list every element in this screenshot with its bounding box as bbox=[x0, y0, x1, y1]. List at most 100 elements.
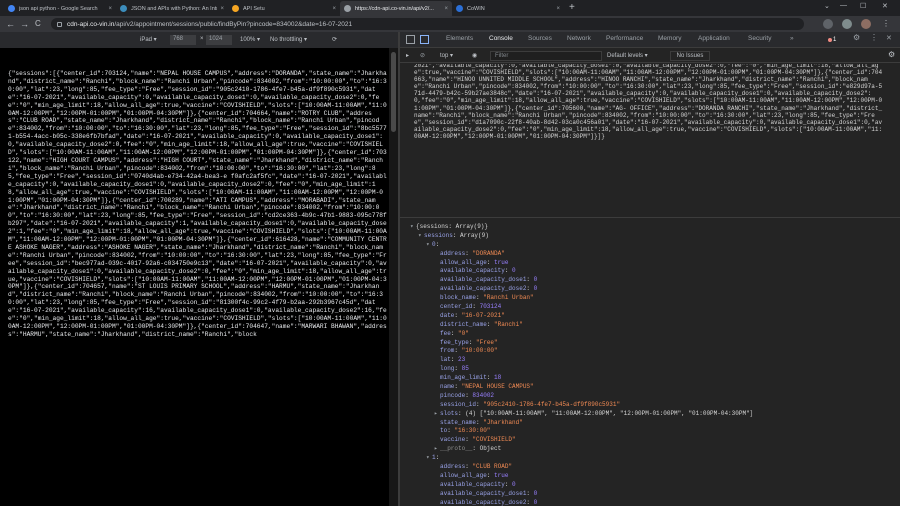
width-input[interactable]: 768 bbox=[170, 35, 196, 45]
tree-value: "Free" bbox=[476, 338, 498, 346]
console-filter-bar: ▸ ⊘ top ▾ ◉ Filter Default levels ▾ No I… bbox=[400, 49, 900, 63]
tree-key: available_capacity_dose2 bbox=[440, 498, 527, 506]
close-icon[interactable]: × bbox=[332, 6, 336, 12]
tree-row: allow_all_age: true bbox=[440, 471, 509, 479]
tree-value: "Ranchi Urban" bbox=[483, 294, 534, 302]
tree-row[interactable]: ▸ __proto__: Object bbox=[410, 445, 890, 454]
tree-key: vaccine bbox=[440, 436, 466, 444]
tree-key: available_capacity bbox=[440, 267, 505, 275]
browser-tab-json-apis[interactable]: JSON and APIs with Python: An Intro... × bbox=[116, 1, 228, 16]
close-icon[interactable]: × bbox=[108, 6, 112, 12]
maximize-button[interactable]: ☐ bbox=[860, 2, 866, 10]
device-select[interactable]: iPad ▾ bbox=[140, 36, 157, 43]
url-path: /api/v2/appointment/sessions/public/find… bbox=[114, 20, 353, 28]
browser-tab-cowin[interactable]: CoWIN × bbox=[452, 1, 564, 16]
filter-input[interactable]: Filter bbox=[490, 51, 602, 61]
tree-value: true bbox=[494, 258, 509, 266]
avatar[interactable] bbox=[861, 19, 871, 29]
tree-value: "905c2410-1786-4fe7-b45a-df9f890c5931" bbox=[483, 400, 621, 408]
device-toggle-icon[interactable] bbox=[420, 35, 429, 44]
tree-row: block_name: "Ranchi Urban" bbox=[440, 294, 534, 302]
tree-row: date: "16-07-2021" bbox=[440, 311, 505, 319]
tab-performance[interactable]: Performance bbox=[606, 35, 643, 42]
tab-security[interactable]: Security bbox=[748, 35, 771, 42]
object-tree: ▾ {sessions: Array(9)} ▾ sessions: Array(9)… bbox=[410, 223, 890, 506]
context-select[interactable]: top ▾ bbox=[440, 52, 453, 59]
back-button[interactable]: ← bbox=[6, 18, 15, 30]
issues-button[interactable]: No Issues bbox=[670, 51, 710, 61]
devtools-tab-bar: Elements Console Sources Network Perform… bbox=[400, 32, 900, 48]
tree-row: address: "DORANDA" bbox=[440, 249, 505, 257]
tree-key: from bbox=[440, 347, 455, 355]
tree-key: available_capacity_dose1 bbox=[440, 276, 527, 284]
console-settings-icon[interactable]: ⚙ bbox=[888, 50, 895, 59]
close-icon[interactable]: × bbox=[556, 6, 560, 12]
tab-search-icon[interactable]: ⌄ bbox=[824, 2, 830, 10]
page-scroll-thumb[interactable] bbox=[391, 52, 396, 132]
address-bar[interactable]: cdn-api.co-vin.in/api/v2/appointment/ses… bbox=[51, 18, 804, 30]
eye-icon[interactable]: ◉ bbox=[472, 52, 477, 59]
forward-button[interactable]: → bbox=[20, 18, 29, 30]
tree-value: 23 bbox=[458, 356, 466, 364]
clear-console-icon[interactable]: ⊘ bbox=[420, 52, 425, 59]
tree-key: long bbox=[440, 365, 455, 373]
tab-console[interactable]: Console bbox=[489, 35, 513, 42]
tree-key: fee bbox=[440, 329, 451, 337]
reload-button[interactable]: C bbox=[35, 18, 41, 30]
close-icon[interactable]: × bbox=[444, 6, 448, 12]
tree-row: pincode: 834002 bbox=[440, 391, 495, 399]
tab-title: API Setu bbox=[243, 5, 265, 12]
log-levels-select[interactable]: Default levels ▾ bbox=[607, 52, 648, 59]
extensions-icon[interactable] bbox=[842, 19, 852, 29]
sidebar-toggle-icon[interactable]: ▸ bbox=[406, 52, 409, 59]
tree-value: true bbox=[494, 471, 509, 479]
browser-tab-cdn-api[interactable]: https://cdn-api.co-vin.in/api/v2/... × bbox=[340, 1, 452, 16]
tree-value: 0 bbox=[533, 489, 538, 497]
browser-tab-google[interactable]: json api python - Google Search × bbox=[4, 1, 116, 16]
close-icon[interactable]: × bbox=[220, 6, 224, 12]
tab-elements[interactable]: Elements bbox=[446, 35, 473, 42]
kebab-menu-icon[interactable]: ⋮ bbox=[870, 33, 878, 42]
window-close-button[interactable]: ✕ bbox=[882, 2, 888, 10]
bookmark-star-icon[interactable] bbox=[823, 19, 833, 29]
tab-network[interactable]: Network bbox=[567, 35, 591, 42]
tab-application[interactable]: Application bbox=[698, 35, 730, 42]
new-tab-button[interactable]: + bbox=[569, 2, 575, 13]
tree-row[interactable]: ▾ {sessions: Array(9)} bbox=[410, 223, 890, 232]
tree-row[interactable]: ▸ slots: (4) ["10:00AM-11:00AM", "11:00AM… bbox=[410, 410, 890, 419]
tree-row[interactable]: ▾ 0: bbox=[410, 241, 890, 250]
minimize-button[interactable]: — bbox=[840, 2, 847, 9]
site-icon bbox=[120, 5, 127, 12]
inspect-icon[interactable] bbox=[406, 35, 415, 44]
tree-key: allow_all_age bbox=[440, 471, 487, 479]
tree-key: lat bbox=[440, 356, 451, 364]
tree-value: 0 bbox=[533, 498, 538, 506]
gear-icon[interactable]: ⚙ bbox=[853, 33, 860, 42]
tree-row: available_capacity_dose2: 0 bbox=[440, 498, 538, 506]
tree-row: lat: 23 bbox=[440, 356, 466, 364]
height-input[interactable]: 1024 bbox=[206, 35, 232, 45]
throttle-select[interactable]: No throttling ▾ bbox=[270, 36, 307, 43]
close-devtools-icon[interactable]: ✕ bbox=[886, 34, 892, 42]
url-host: cdn-api.co-vin.in bbox=[67, 20, 115, 28]
tab-memory[interactable]: Memory bbox=[658, 35, 681, 42]
zoom-select[interactable]: 100% ▾ bbox=[240, 36, 260, 43]
tree-row: from: "10:00:00" bbox=[440, 347, 498, 355]
more-tabs-button[interactable]: » bbox=[790, 35, 794, 42]
rotate-icon[interactable]: ⟳ bbox=[332, 36, 337, 43]
tree-value: "Ranchi" bbox=[494, 320, 523, 328]
tree-value: (4) ["10:00AM-11:00AM", "11:00AM-12:00PM… bbox=[465, 409, 754, 417]
tree-key: allow_all_age bbox=[440, 258, 487, 266]
tree-row: available_capacity_dose1: 0 bbox=[440, 276, 538, 284]
tree-row: available_capacity_dose1: 0 bbox=[440, 489, 538, 497]
error-count-badge[interactable]: 1 bbox=[827, 36, 841, 45]
lock-icon[interactable] bbox=[57, 21, 62, 27]
tab-title: CoWIN bbox=[467, 5, 485, 12]
tree-row[interactable]: ▾ sessions: Array(9) bbox=[410, 232, 890, 241]
tree-row: min_age_limit: 18 bbox=[440, 374, 502, 382]
tab-sources[interactable]: Sources bbox=[528, 35, 552, 42]
browser-tab-api-setu[interactable]: API Setu × bbox=[228, 1, 340, 16]
tree-key: sessions bbox=[424, 231, 453, 239]
tree-row[interactable]: ▾ 1: bbox=[410, 454, 890, 463]
menu-kebab-icon[interactable]: ⋮ bbox=[882, 18, 890, 30]
